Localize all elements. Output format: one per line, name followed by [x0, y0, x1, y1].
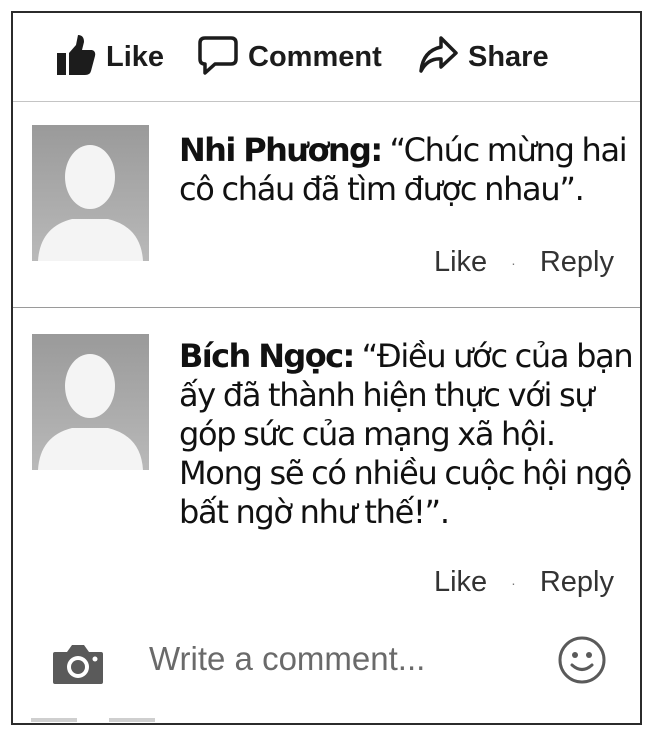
comment-like-link[interactable]: Like [434, 566, 487, 599]
like-label: Like [106, 40, 165, 73]
comment-author[interactable]: Nhi Phương: [179, 131, 383, 169]
avatar[interactable] [32, 334, 149, 470]
comment-text: Bích Ngọc: “Điều ước của bạn ấy đã thành… [179, 337, 637, 532]
comment-text: Nhi Phương: “Chúc mừng hai cô cháu đã tì… [179, 131, 637, 209]
share-button[interactable]: Share [417, 35, 549, 79]
comment-actions: Like · Reply [434, 566, 614, 599]
toolbar-stub [109, 718, 155, 722]
speech-bubble-icon [197, 33, 239, 82]
share-label: Share [468, 40, 549, 73]
comment-label: Comment [248, 40, 382, 73]
comment-item: Nhi Phương: “Chúc mừng hai cô cháu đã tì… [13, 101, 640, 309]
separator-dot: · [511, 574, 516, 591]
smiley-icon[interactable] [557, 635, 607, 690]
comment-input[interactable] [143, 631, 555, 687]
post-action-bar: Like Comment Share [13, 13, 640, 101]
camera-icon[interactable] [51, 642, 105, 691]
toolbar-stub [31, 718, 77, 722]
comment-composer [13, 625, 640, 695]
comment-button[interactable]: Comment [197, 35, 382, 79]
comment-actions: Like · Reply [434, 246, 614, 279]
share-arrow-icon [417, 33, 459, 82]
comment-reply-link[interactable]: Reply [540, 566, 614, 599]
separator-dot: · [511, 254, 516, 271]
thumbs-up-icon [55, 33, 97, 82]
like-button[interactable]: Like [55, 33, 165, 82]
comment-item: Bích Ngọc: “Điều ước của bạn ấy đã thành… [13, 307, 640, 623]
comment-like-link[interactable]: Like [434, 246, 487, 279]
comment-author[interactable]: Bích Ngọc: [179, 337, 355, 375]
comment-reply-link[interactable]: Reply [540, 246, 614, 279]
comment-panel: Like Comment Share Nhi Phương: “Chúc mừn… [11, 11, 642, 725]
avatar[interactable] [32, 125, 149, 261]
